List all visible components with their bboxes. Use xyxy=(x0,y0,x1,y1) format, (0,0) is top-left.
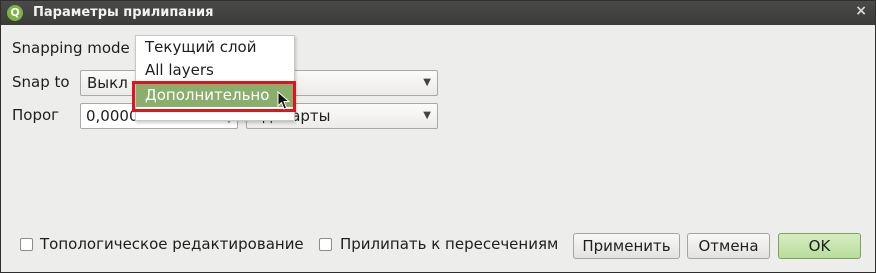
cancel-button[interactable]: Отмена xyxy=(687,233,770,259)
dialog-content: Snapping mode Snap to Выкл ▼ Порог 0,000… xyxy=(1,25,875,272)
topological-editing-label[interactable]: Топологическое редактирование xyxy=(40,235,304,253)
qgis-app-icon: Q xyxy=(7,5,23,21)
snap-to-value: Выкл xyxy=(87,74,128,92)
snapping-mode-label: Snapping mode xyxy=(12,39,130,57)
snap-intersections-label[interactable]: Прилипать к пересечениям xyxy=(340,235,558,253)
window-title: Параметры прилипания xyxy=(33,5,214,20)
apply-button[interactable]: Применить xyxy=(573,233,680,259)
chevron-down-icon: ▼ xyxy=(423,110,431,121)
title-bar[interactable]: Q Параметры прилипания × xyxy=(1,1,875,25)
chevron-down-icon: ▼ xyxy=(423,77,431,88)
snap-to-label: Snap to xyxy=(12,73,70,91)
threshold-label: Порог xyxy=(12,106,60,124)
dropdown-option-all-layers[interactable]: All layers xyxy=(136,59,294,82)
dropdown-option-current-layer[interactable]: Текущий слой xyxy=(136,36,294,59)
snap-intersections-checkbox[interactable] xyxy=(319,238,332,251)
mouse-cursor-icon xyxy=(277,91,291,110)
snapping-options-dialog: Q Параметры прилипания × Snapping mode S… xyxy=(0,0,876,273)
ok-button[interactable]: OK xyxy=(778,233,861,259)
topological-editing-checkbox[interactable] xyxy=(20,238,33,251)
close-icon[interactable]: × xyxy=(855,3,867,19)
red-highlight-box xyxy=(132,81,296,112)
